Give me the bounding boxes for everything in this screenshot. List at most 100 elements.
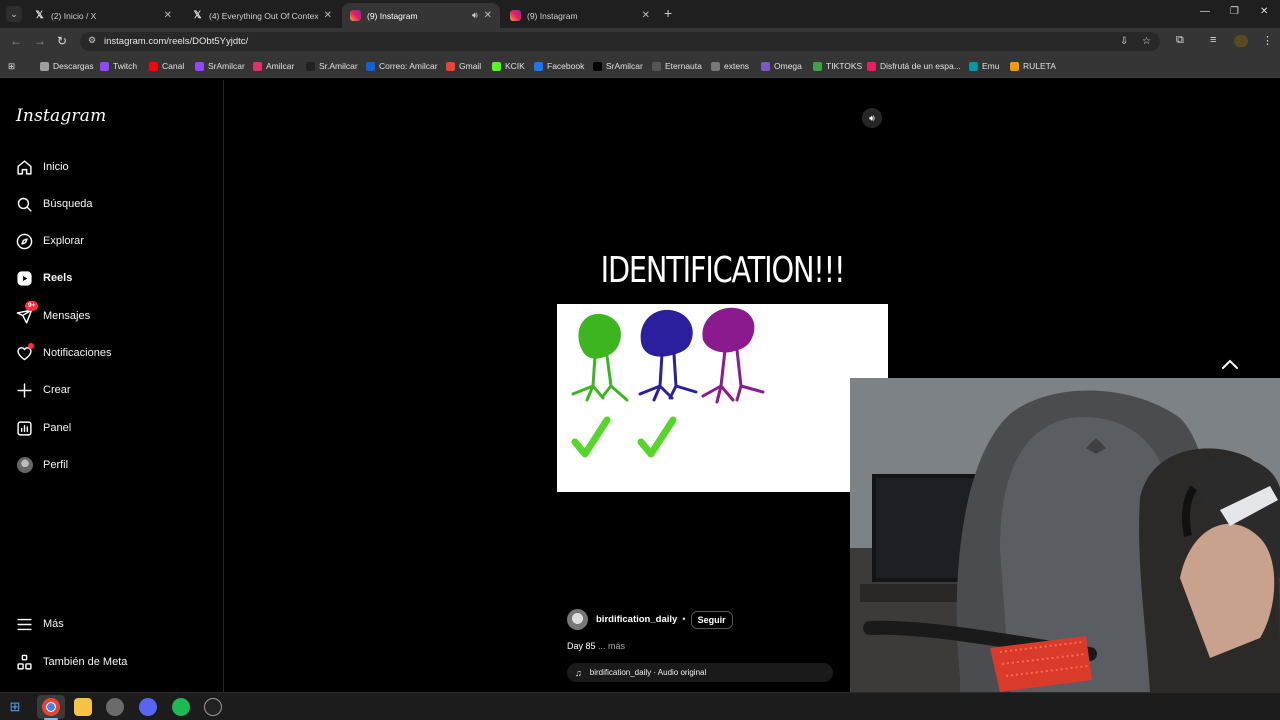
bookmark-5[interactable]: Sr.Amilcar bbox=[306, 61, 358, 71]
tab-search-button[interactable]: ⌄ bbox=[6, 6, 22, 22]
bookmark-favicon-icon bbox=[100, 61, 109, 71]
app-icon[interactable] bbox=[106, 698, 124, 716]
hamburger-icon bbox=[16, 616, 33, 633]
forward-icon[interactable]: → bbox=[34, 34, 46, 48]
media-control-icon[interactable]: ≡ bbox=[1210, 34, 1216, 46]
bookmark-favicon-icon bbox=[593, 61, 602, 71]
bookmark-4[interactable]: Amilcar bbox=[253, 61, 294, 71]
url-text: instagram.com/reels/DObt5Yyjdtc/ bbox=[104, 36, 249, 47]
tab-title: (2) Inicio / X bbox=[51, 10, 97, 21]
messenger-icon: 9+ bbox=[16, 300, 39, 325]
install-app-icon[interactable]: ⇩ bbox=[1120, 36, 1128, 47]
restore-icon[interactable]: ❐ bbox=[1230, 6, 1239, 17]
address-bar[interactable]: ⚙ instagram.com/reels/DObt5Yyjdtc/ ⇩ ☆ bbox=[80, 32, 1160, 51]
sidebar-item-panel[interactable]: Panel bbox=[16, 416, 71, 440]
sidebar-item-busqueda[interactable]: Búsqueda bbox=[16, 192, 93, 216]
close-icon[interactable]: ✕ bbox=[164, 10, 172, 21]
minimize-icon[interactable]: — bbox=[1200, 6, 1210, 17]
profile-avatar[interactable] bbox=[1234, 35, 1248, 47]
speaker-icon[interactable]: 🔊︎ bbox=[472, 10, 478, 21]
bird-blue bbox=[638, 309, 698, 402]
menu-icon[interactable]: ⋮ bbox=[1262, 34, 1273, 47]
bookmark-11[interactable]: Eternauta bbox=[652, 61, 702, 71]
bookmark-label: Correo: Amilcar bbox=[379, 61, 438, 71]
caption-text: Day 85 bbox=[567, 641, 596, 651]
bird-purple bbox=[701, 307, 765, 404]
discord-icon[interactable] bbox=[139, 698, 157, 716]
caption-more-link[interactable]: ... más bbox=[598, 641, 625, 651]
reel-image-panel bbox=[557, 304, 888, 492]
back-icon[interactable]: ← bbox=[10, 34, 22, 48]
tab-x-home[interactable]: 𝕏 (2) Inicio / X ✕ bbox=[26, 3, 180, 28]
bookmark-2[interactable]: Canal bbox=[149, 61, 184, 71]
bookmark-3[interactable]: SrAmilcar bbox=[195, 61, 245, 71]
bookmark-8[interactable]: KCIK bbox=[492, 61, 525, 71]
bookmark-16[interactable]: Emu bbox=[969, 61, 999, 71]
x-icon: 𝕏 bbox=[35, 10, 44, 21]
separator-dot: • bbox=[682, 614, 686, 625]
windows-start-icon[interactable]: ⊞ bbox=[6, 698, 24, 716]
sidebar-item-label: Notificaciones bbox=[43, 347, 112, 359]
sidebar-item-reels[interactable]: Reels bbox=[16, 266, 72, 290]
sidebar-item-mensajes[interactable]: 9+ Mensajes bbox=[16, 300, 90, 328]
previous-reel-chevron-icon[interactable] bbox=[1215, 350, 1245, 378]
bookmark-7[interactable]: Gmail bbox=[446, 61, 481, 71]
bookmark-label: Facebook bbox=[547, 61, 585, 71]
instagram-logo[interactable]: Instagram bbox=[16, 106, 106, 126]
bookmark-favicon-icon bbox=[867, 61, 876, 71]
sidebar-item-perfil[interactable]: Perfil bbox=[16, 453, 68, 477]
sidebar-item-inicio[interactable]: Inicio bbox=[16, 155, 69, 179]
bookmark-14[interactable]: TIKTOKS bbox=[813, 61, 862, 71]
window-close-icon[interactable]: ✕ bbox=[1260, 6, 1268, 17]
bookmark-favicon-icon bbox=[652, 61, 661, 71]
sidebar-item-explorar[interactable]: Explorar bbox=[16, 229, 84, 253]
reload-icon[interactable]: ↻ bbox=[57, 34, 67, 48]
volume-icon[interactable]: 🔊︎ bbox=[862, 108, 882, 128]
sidebar-item-meta[interactable]: También de Meta bbox=[16, 650, 127, 674]
tab-x-out-of-context[interactable]: 𝕏 (4) Everything Out Of Context e ✕ bbox=[184, 3, 340, 28]
author-avatar[interactable] bbox=[567, 609, 588, 630]
sidebar-item-label: También de Meta bbox=[43, 656, 128, 668]
bookmark-10[interactable]: SrAmilcar bbox=[593, 61, 643, 71]
close-icon[interactable]: ✕ bbox=[642, 10, 650, 21]
follow-button[interactable]: Seguir bbox=[690, 610, 733, 629]
bookmark-label: Gmail bbox=[459, 61, 482, 71]
bookmark-0[interactable]: Descargas bbox=[40, 61, 94, 71]
file-explorer-icon[interactable] bbox=[74, 698, 92, 716]
bookmark-1[interactable]: Twitch bbox=[100, 61, 137, 71]
obs-icon[interactable] bbox=[204, 698, 222, 716]
extensions-icon[interactable]: ⧉ bbox=[1176, 34, 1184, 47]
bookmark-15[interactable]: Disfrutá de un espa... bbox=[867, 61, 961, 71]
sidebar-item-label: Crear bbox=[43, 384, 71, 396]
sidebar-item-crear[interactable]: Crear bbox=[16, 378, 71, 402]
webcam-image bbox=[850, 378, 1280, 692]
site-info-icon[interactable]: ⚙ bbox=[88, 35, 96, 46]
audio-button[interactable]: ♫ birdification_daily · Audio original bbox=[567, 663, 833, 682]
spotify-icon[interactable] bbox=[172, 698, 190, 716]
browser-toolbar: ← → ↻ ⚙ instagram.com/reels/DObt5Yyjdtc/… bbox=[0, 28, 1280, 55]
bookmark-label: RULETA bbox=[1023, 61, 1056, 71]
tab-instagram-active[interactable]: (9) Instagram 🔊︎ ✕ bbox=[342, 3, 500, 28]
bookmark-9[interactable]: Facebook bbox=[534, 61, 584, 71]
author-name[interactable]: birdification_daily bbox=[596, 614, 677, 625]
bookmark-6[interactable]: Correo: Amilcar bbox=[366, 61, 438, 71]
close-icon[interactable]: ✕ bbox=[324, 10, 332, 21]
bookmark-label: Descargas bbox=[53, 61, 94, 71]
instagram-icon bbox=[350, 10, 361, 21]
tab-strip: ⌄ 𝕏 (2) Inicio / X ✕ 𝕏 (4) Everything Ou… bbox=[0, 0, 1280, 28]
tab-instagram[interactable]: (9) Instagram ✕ bbox=[502, 3, 658, 28]
reels-icon bbox=[16, 270, 33, 287]
apps-grid-icon[interactable]: ⊞ bbox=[8, 61, 15, 72]
close-icon[interactable]: ✕ bbox=[484, 10, 492, 21]
tab-title: (4) Everything Out Of Context e bbox=[209, 10, 318, 21]
bookmark-17[interactable]: RULETA bbox=[1010, 61, 1056, 71]
bookmark-12[interactable]: extens bbox=[711, 61, 749, 71]
sidebar-item-mas[interactable]: Más bbox=[16, 612, 64, 636]
check-icon bbox=[571, 416, 611, 458]
new-tab-button[interactable]: + bbox=[664, 5, 672, 21]
bookmark-star-icon[interactable]: ☆ bbox=[1142, 36, 1151, 47]
chrome-icon[interactable] bbox=[42, 698, 60, 716]
bookmark-13[interactable]: Omega bbox=[761, 61, 802, 71]
bookmark-label: Sr.Amilcar bbox=[319, 61, 358, 71]
sidebar-item-notificaciones[interactable]: Notificaciones bbox=[16, 341, 111, 365]
